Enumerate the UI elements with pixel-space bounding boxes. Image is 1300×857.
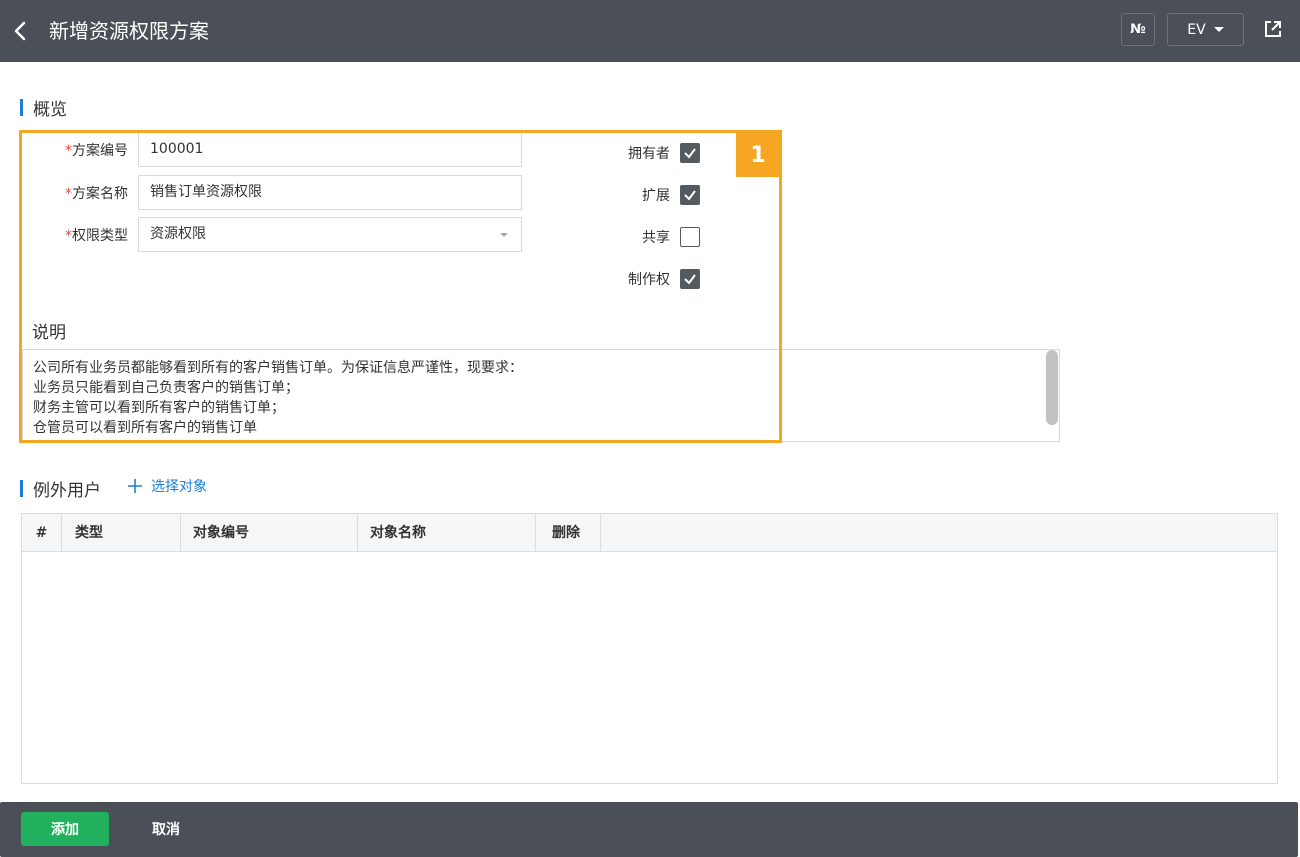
owner-label: 拥有者 [628, 146, 670, 162]
description-scrollbar[interactable] [1046, 350, 1058, 425]
table-header: # 类型 对象编号 对象名称 删除 [22, 514, 1277, 552]
number-button[interactable]: № [1121, 13, 1155, 46]
permission-type-row: *权限类型 资源权限 [22, 217, 522, 252]
make-right-checkbox-row: 制作权 [590, 267, 700, 291]
plan-name-row: *方案名称 销售订单资源权限 [22, 175, 522, 210]
column-header-object-number: 对象编号 [181, 514, 358, 552]
back-icon[interactable] [10, 18, 32, 44]
column-header-type: 类型 [62, 514, 181, 552]
column-header-delete: 删除 [536, 514, 601, 552]
plan-name-label: 方案名称 [72, 185, 128, 202]
exceptions-section-title: 例外用户 [20, 476, 101, 501]
column-header-object-name: 对象名称 [358, 514, 536, 552]
export-icon[interactable] [1262, 18, 1284, 40]
plus-icon [128, 479, 142, 493]
language-label: EV [1187, 21, 1206, 38]
top-bar: 新增资源权限方案 № EV [0, 0, 1300, 62]
extend-label: 扩展 [642, 188, 670, 204]
owner-checkbox-row: 拥有者 [590, 141, 700, 165]
exceptions-table: # 类型 对象编号 对象名称 删除 [21, 513, 1278, 784]
extend-checkbox[interactable] [680, 185, 700, 205]
plan-number-row: *方案编号 100001 [22, 132, 522, 167]
cancel-button[interactable]: 取消 [138, 812, 194, 846]
language-dropdown[interactable]: EV [1167, 13, 1244, 46]
overview-section-title: 概览 [20, 95, 67, 120]
chevron-down-icon [1213, 27, 1224, 32]
permission-type-label: 权限类型 [72, 227, 128, 244]
chevron-down-icon [500, 233, 508, 237]
make-right-checkbox[interactable] [680, 269, 700, 289]
plan-number-label: 方案编号 [72, 142, 128, 159]
select-object-label: 选择对象 [151, 479, 207, 495]
description-textarea[interactable]: 公司所有业务员都能够看到所有的客户销售订单。为保证信息严谨性，现要求： 业务员只… [22, 349, 1060, 442]
description-section-title: 说明 [20, 318, 66, 343]
bottom-bar: 添加 取消 [0, 802, 1298, 857]
step-badge: 1 [736, 133, 780, 177]
share-checkbox[interactable] [680, 227, 700, 247]
plan-number-input[interactable]: 100001 [138, 132, 522, 167]
permission-type-select[interactable]: 资源权限 [138, 217, 522, 252]
select-object-link[interactable]: 选择对象 [127, 476, 207, 496]
share-checkbox-row: 共享 [590, 225, 700, 249]
plan-name-input[interactable]: 销售订单资源权限 [138, 175, 522, 210]
share-label: 共享 [642, 230, 670, 246]
column-header-index: # [22, 514, 62, 552]
check-icon [684, 190, 696, 201]
make-right-label: 制作权 [628, 272, 670, 288]
permission-type-value: 资源权限 [150, 226, 206, 242]
check-icon [684, 148, 696, 159]
owner-checkbox[interactable] [680, 143, 700, 163]
add-button[interactable]: 添加 [21, 812, 109, 846]
extend-checkbox-row: 扩展 [590, 183, 700, 207]
page-title: 新增资源权限方案 [49, 19, 209, 43]
check-icon [684, 274, 696, 285]
